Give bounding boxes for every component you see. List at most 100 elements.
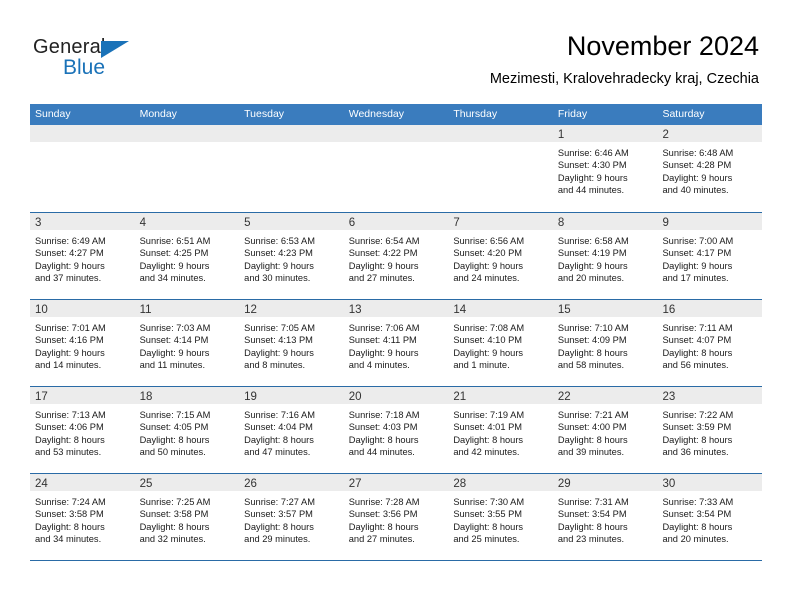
day-info-line: Sunset: 4:23 PM bbox=[244, 248, 313, 259]
day-cell-14[interactable]: 14 Sunrise: 7:08 AM Sunset: 4:10 PM Dayligh… bbox=[448, 300, 553, 386]
day-info-line: Daylight: 8 hours bbox=[662, 521, 733, 532]
day-info-line: Sunrise: 7:05 AM bbox=[244, 323, 315, 333]
day-cell-30[interactable]: 30 Sunrise: 7:33 AM Sunset: 3:54 PM Dayligh… bbox=[657, 474, 763, 560]
day-info-line: Sunset: 4:13 PM bbox=[244, 335, 313, 346]
day-info-line: Sunset: 3:54 PM bbox=[557, 509, 627, 520]
day-cell-11[interactable]: 11 Sunrise: 7:03 AM Sunset: 4:14 PM Dayligh… bbox=[134, 300, 240, 386]
day-number-band: 20 bbox=[343, 387, 449, 404]
day-cell-26[interactable]: 26 Sunrise: 7:27 AM Sunset: 3:57 PM Dayligh… bbox=[239, 474, 344, 560]
day-number: 9 bbox=[662, 217, 669, 229]
day-info-line: Sunrise: 7:28 AM bbox=[348, 497, 420, 507]
day-sun-info: Sunrise: 7:18 AM Sunset: 4:03 PM Daylight:… bbox=[344, 404, 449, 459]
weekday-header-wednesday: Wednesday bbox=[348, 108, 404, 120]
day-number-band: 12 bbox=[239, 300, 344, 317]
page-header: General Blue November 2024 Mezimesti, Kr… bbox=[0, 0, 792, 104]
day-info-line: Daylight: 8 hours bbox=[348, 434, 419, 445]
day-info-line: Sunrise: 7:00 AM bbox=[662, 236, 734, 246]
day-sun-info: Sunrise: 7:31 AM Sunset: 3:54 PM Daylight:… bbox=[553, 491, 658, 546]
day-info-line: Sunset: 4:09 PM bbox=[557, 335, 627, 346]
day-cell-18[interactable]: 18 Sunrise: 7:15 AM Sunset: 4:05 PM Dayligh… bbox=[134, 387, 240, 473]
page-subtitle: Mezimesti, Kralovehradecky kraj, Czechia bbox=[489, 71, 759, 87]
brand-logo[interactable]: General Blue bbox=[33, 36, 173, 84]
day-number-band: 2 bbox=[657, 125, 763, 142]
day-cell-7[interactable]: 7 Sunrise: 6:56 AM Sunset: 4:20 PM Daylight… bbox=[448, 213, 553, 299]
day-cell-13[interactable]: 13 Sunrise: 7:06 AM Sunset: 4:11 PM Dayligh… bbox=[343, 300, 449, 386]
day-cell-28[interactable]: 28 Sunrise: 7:30 AM Sunset: 3:55 PM Dayligh… bbox=[448, 474, 553, 560]
day-info-line: Sunset: 4:03 PM bbox=[348, 422, 418, 433]
day-info-line: Daylight: 9 hours bbox=[348, 347, 419, 358]
day-cell-8[interactable]: 8 Sunrise: 6:58 AM Sunset: 4:19 PM Daylight… bbox=[552, 213, 658, 299]
weekday-header-row: Sunday Monday Tuesday Wednesday Thursday Frid… bbox=[30, 104, 762, 125]
day-cell-17[interactable]: 17 Sunrise: 7:13 AM Sunset: 4:06 PM Dayligh… bbox=[30, 387, 135, 473]
day-info-line: Sunset: 4:17 PM bbox=[662, 248, 732, 259]
day-info-line: and 39 minutes. bbox=[557, 447, 625, 458]
day-info-line: Daylight: 8 hours bbox=[35, 434, 105, 445]
day-sun-info: Sunrise: 7:30 AM Sunset: 3:55 PM Daylight:… bbox=[448, 491, 553, 546]
day-info-line: and 23 minutes. bbox=[557, 534, 625, 545]
day-number: 4 bbox=[139, 217, 146, 229]
day-number-band: 28 bbox=[448, 474, 553, 491]
day-cell-23[interactable]: 23 Sunrise: 7:22 AM Sunset: 3:59 PM Dayligh… bbox=[657, 387, 763, 473]
day-cell-29[interactable]: 29 Sunrise: 7:31 AM Sunset: 3:54 PM Dayligh… bbox=[552, 474, 658, 560]
day-cell-4[interactable]: 4 Sunrise: 6:51 AM Sunset: 4:25 PM Daylight… bbox=[134, 213, 240, 299]
calendar-week-row: 1 Sunrise: 6:46 AM Sunset: 4:30 PM Daylight… bbox=[30, 125, 763, 212]
day-info-line: Sunset: 4:07 PM bbox=[662, 335, 732, 346]
day-info-line: Sunrise: 6:54 AM bbox=[348, 236, 420, 246]
day-cell-10[interactable]: 10 Sunrise: 7:01 AM Sunset: 4:16 PM Dayligh… bbox=[30, 300, 135, 386]
day-info-line: Sunset: 4:19 PM bbox=[557, 248, 627, 259]
day-sun-info: Sunrise: 6:51 AM Sunset: 4:25 PM Daylight:… bbox=[135, 230, 240, 285]
day-number: 28 bbox=[453, 478, 467, 490]
day-info-line: Sunset: 4:20 PM bbox=[453, 248, 523, 259]
day-info-line: Daylight: 9 hours bbox=[244, 260, 314, 271]
day-info-line: Sunset: 3:58 PM bbox=[139, 509, 209, 520]
day-cell-15[interactable]: 15 Sunrise: 7:10 AM Sunset: 4:09 PM Dayligh… bbox=[552, 300, 658, 386]
day-sun-info: Sunrise: 7:00 AM Sunset: 4:17 PM Daylight:… bbox=[657, 230, 762, 285]
day-info-line: Daylight: 8 hours bbox=[662, 434, 733, 445]
day-cell-25[interactable]: 25 Sunrise: 7:25 AM Sunset: 3:58 PM Dayligh… bbox=[134, 474, 240, 560]
day-cell-9[interactable]: 9 Sunrise: 7:00 AM Sunset: 4:17 PM Daylight… bbox=[657, 213, 763, 299]
day-cell-12[interactable]: 12 Sunrise: 7:05 AM Sunset: 4:13 PM Dayligh… bbox=[239, 300, 344, 386]
day-cell-27[interactable]: 27 Sunrise: 7:28 AM Sunset: 3:56 PM Dayligh… bbox=[343, 474, 449, 560]
day-sun-info: Sunrise: 7:25 AM Sunset: 3:58 PM Daylight:… bbox=[135, 491, 240, 546]
day-info-line: and 44 minutes. bbox=[348, 447, 415, 458]
day-sun-info: Sunrise: 7:08 AM Sunset: 4:10 PM Daylight:… bbox=[448, 317, 553, 372]
day-info-line: Sunset: 3:58 PM bbox=[35, 509, 104, 520]
day-info-line: Sunset: 4:01 PM bbox=[453, 422, 523, 433]
day-cell-16[interactable]: 16 Sunrise: 7:11 AM Sunset: 4:07 PM Dayligh… bbox=[657, 300, 763, 386]
day-cell-20[interactable]: 20 Sunrise: 7:18 AM Sunset: 4:03 PM Dayligh… bbox=[343, 387, 449, 473]
day-number-band: 7 bbox=[448, 213, 553, 230]
day-cell-5[interactable]: 5 Sunrise: 6:53 AM Sunset: 4:23 PM Daylight… bbox=[239, 213, 344, 299]
day-number: 1 bbox=[557, 129, 565, 141]
day-info-line: Sunset: 4:25 PM bbox=[139, 248, 209, 259]
day-cell-22[interactable]: 22 Sunrise: 7:21 AM Sunset: 4:00 PM Dayligh… bbox=[552, 387, 658, 473]
day-cell-24[interactable]: 24 Sunrise: 7:24 AM Sunset: 3:58 PM Dayligh… bbox=[30, 474, 135, 560]
day-number: 8 bbox=[557, 217, 565, 229]
day-sun-info: Sunrise: 7:19 AM Sunset: 4:01 PM Daylight:… bbox=[448, 404, 553, 459]
day-cell-3[interactable]: 3 Sunrise: 6:49 AM Sunset: 4:27 PM Daylight… bbox=[30, 213, 135, 299]
day-info-line: and 14 minutes. bbox=[35, 360, 102, 371]
day-info-line: Sunrise: 7:33 AM bbox=[662, 497, 734, 507]
day-info-line: Daylight: 8 hours bbox=[35, 521, 105, 532]
day-number: 13 bbox=[348, 304, 362, 316]
day-number: 5 bbox=[244, 217, 251, 229]
day-number-band: 25 bbox=[134, 474, 240, 491]
weekday-header-thursday: Thursday bbox=[453, 108, 498, 120]
day-cell-1[interactable]: 1 Sunrise: 6:46 AM Sunset: 4:30 PM Daylight… bbox=[552, 125, 658, 212]
day-info-line: Daylight: 8 hours bbox=[453, 434, 524, 445]
day-info-line: Daylight: 8 hours bbox=[557, 521, 628, 532]
day-sun-info: Sunrise: 7:33 AM Sunset: 3:54 PM Daylight:… bbox=[657, 491, 762, 546]
day-info-line: Sunset: 4:10 PM bbox=[453, 335, 523, 346]
day-cell-21[interactable]: 21 Sunrise: 7:19 AM Sunset: 4:01 PM Dayligh… bbox=[448, 387, 553, 473]
day-info-line: Sunrise: 7:18 AM bbox=[348, 410, 420, 420]
day-cell-19[interactable]: 19 Sunrise: 7:16 AM Sunset: 4:04 PM Dayligh… bbox=[239, 387, 344, 473]
day-number-band: 29 bbox=[552, 474, 658, 491]
day-info-line: Sunset: 4:06 PM bbox=[35, 422, 104, 433]
day-number: 11 bbox=[139, 304, 152, 316]
day-cell-6[interactable]: 6 Sunrise: 6:54 AM Sunset: 4:22 PM Daylight… bbox=[343, 213, 449, 299]
day-cell-2[interactable]: 2 Sunrise: 6:48 AM Sunset: 4:28 PM Daylight… bbox=[657, 125, 763, 212]
day-info-line: Daylight: 9 hours bbox=[662, 260, 733, 271]
day-number-band: 1 bbox=[552, 125, 658, 142]
day-info-line: Daylight: 9 hours bbox=[139, 347, 210, 358]
day-cell-empty bbox=[448, 125, 553, 212]
weekday-header-monday: Monday bbox=[139, 108, 177, 120]
